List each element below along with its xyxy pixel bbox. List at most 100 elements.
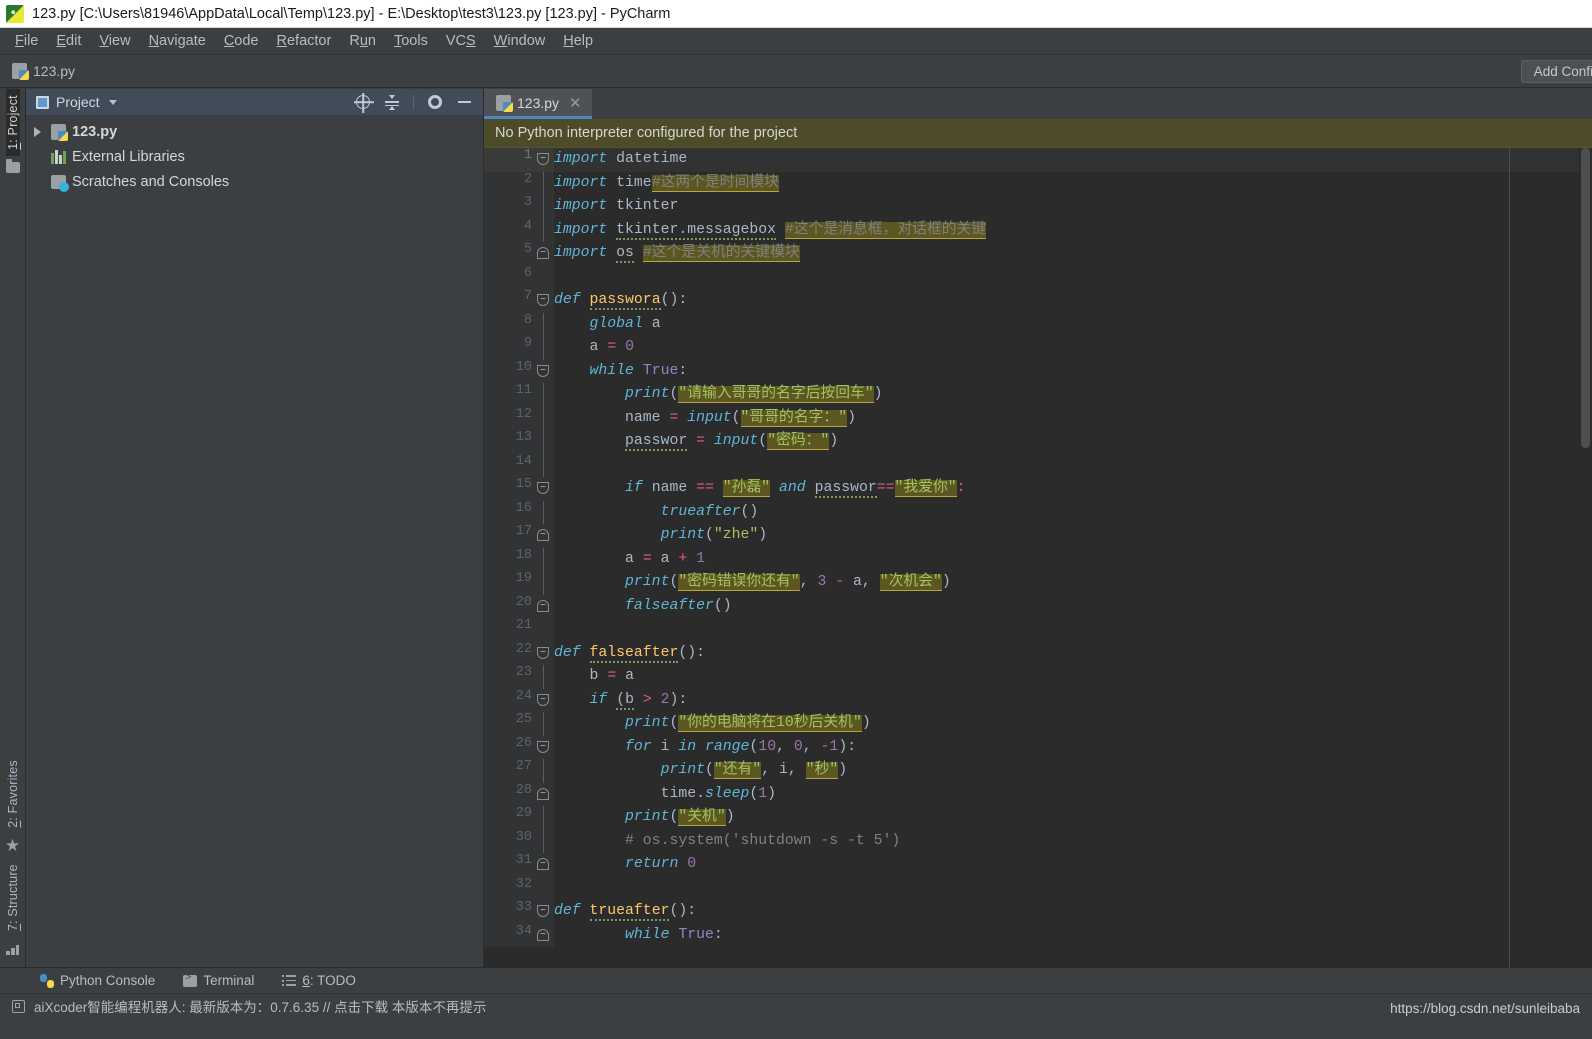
code-line[interactable]: 11 print("请输入哥哥的名字后按回车") xyxy=(484,383,1592,407)
menu-help[interactable]: Help xyxy=(554,31,602,51)
code-line[interactable]: 9 a = 0 xyxy=(484,336,1592,360)
code-text[interactable]: print("zhe") xyxy=(554,524,1592,548)
code-text[interactable]: import datetime xyxy=(554,148,1592,172)
add-configuration-button[interactable]: Add Confi xyxy=(1520,60,1592,83)
code-scroll-region[interactable]: 1 − import datetime 2 import time#这两个是时间… xyxy=(484,148,1592,967)
code-line[interactable]: 28 − time.sleep(1) xyxy=(484,782,1592,807)
menu-window[interactable]: Window xyxy=(485,31,555,51)
fold-gutter[interactable] xyxy=(532,336,554,360)
fold-gutter[interactable]: − xyxy=(532,641,554,665)
tree-item-project-root[interactable]: 123.py xyxy=(26,119,483,144)
code-line[interactable]: 24 − if (b > 2): xyxy=(484,688,1592,713)
fold-gutter[interactable] xyxy=(532,312,554,336)
code-line[interactable]: 30 # os.system('shutdown -s -t 5') xyxy=(484,829,1592,853)
breadcrumb[interactable]: 123.py xyxy=(12,63,75,80)
folder-icon[interactable] xyxy=(0,156,26,180)
fold-gutter[interactable] xyxy=(532,406,554,430)
code-text[interactable]: b = a xyxy=(554,665,1592,689)
code-text[interactable]: def falseafter(): xyxy=(554,642,1592,666)
code-text[interactable]: time.sleep(1) xyxy=(554,783,1592,807)
code-line[interactable]: 17 − print("zhe") xyxy=(484,524,1592,548)
fold-gutter[interactable] xyxy=(532,430,554,454)
fold-gutter[interactable]: − xyxy=(532,242,554,266)
expand-arrow-icon[interactable] xyxy=(34,126,41,137)
code-text[interactable]: if (b > 2): xyxy=(554,689,1592,713)
code-text[interactable]: if name == "孙磊" and passwor=="我爱你": xyxy=(554,477,1592,501)
code-text[interactable]: a = a + 1 xyxy=(554,548,1592,572)
code-line[interactable]: 5 − import os #这个是关机的关键模块 xyxy=(484,242,1592,266)
structure-icon[interactable] xyxy=(0,937,26,961)
code-text[interactable]: print("关机") xyxy=(554,806,1592,830)
fold-gutter[interactable] xyxy=(532,806,554,830)
code-line[interactable]: 32 xyxy=(484,876,1592,901)
fold-gutter[interactable] xyxy=(532,453,554,477)
fold-gutter[interactable] xyxy=(532,383,554,407)
sidebar-tab-favorites[interactable]: 2: Favorites xyxy=(6,754,20,834)
code-text[interactable]: import time#这两个是时间模块 xyxy=(554,172,1592,196)
code-text[interactable]: name = input("哥哥的名字：") xyxy=(554,407,1592,431)
code-line[interactable]: 2 import time#这两个是时间模块 xyxy=(484,171,1592,196)
menu-view[interactable]: View xyxy=(90,31,139,51)
code-line[interactable]: 29 print("关机") xyxy=(484,806,1592,830)
code-text[interactable]: falseafter() xyxy=(554,595,1592,619)
code-editor[interactable]: 1 − import datetime 2 import time#这两个是时间… xyxy=(484,148,1592,967)
fold-gutter[interactable]: − xyxy=(532,688,554,712)
tool-window-python-console[interactable]: Python Console xyxy=(40,973,155,988)
hide-panel-icon[interactable] xyxy=(453,91,475,113)
locate-icon[interactable] xyxy=(352,91,374,113)
menu-run[interactable]: Run xyxy=(340,31,385,51)
fold-gutter[interactable] xyxy=(532,500,554,524)
star-icon[interactable]: ★ xyxy=(0,834,26,858)
code-text[interactable]: def trueafter(): xyxy=(554,900,1592,924)
fold-gutter[interactable]: − xyxy=(532,782,554,806)
fold-gutter[interactable] xyxy=(532,171,554,195)
menu-edit[interactable]: Edit xyxy=(47,31,90,51)
collapse-all-icon[interactable] xyxy=(381,91,403,113)
code-line[interactable]: 19 print("密码错误你还有", 3 - a, "次机会") xyxy=(484,571,1592,595)
code-line[interactable]: 20 − falseafter() xyxy=(484,594,1592,619)
menu-tools[interactable]: Tools xyxy=(385,31,437,51)
code-line[interactable]: 12 name = input("哥哥的名字：") xyxy=(484,406,1592,431)
code-line[interactable]: 23 b = a xyxy=(484,665,1592,689)
fold-gutter[interactable]: − xyxy=(532,359,554,383)
close-icon[interactable]: ✕ xyxy=(569,94,582,112)
code-text[interactable] xyxy=(554,618,1592,642)
code-line[interactable]: 33 − def trueafter(): xyxy=(484,900,1592,924)
code-line[interactable]: 22 − def falseafter(): xyxy=(484,641,1592,666)
code-line[interactable]: 7 − def passwora(): xyxy=(484,289,1592,313)
code-text[interactable]: while True: xyxy=(554,360,1592,384)
code-line[interactable]: 18 a = a + 1 xyxy=(484,547,1592,572)
scrollbar-thumb[interactable] xyxy=(1581,148,1590,448)
code-line[interactable]: 21 xyxy=(484,618,1592,642)
fold-gutter[interactable] xyxy=(532,665,554,689)
chevron-down-icon[interactable] xyxy=(108,99,117,105)
code-text[interactable] xyxy=(554,266,1592,290)
code-text[interactable]: print("密码错误你还有", 3 - a, "次机会") xyxy=(554,571,1592,595)
code-text[interactable]: print("还有", i, "秒") xyxy=(554,759,1592,783)
code-line[interactable]: 25 print("你的电脑将在10秒后关机") xyxy=(484,712,1592,736)
code-line[interactable]: 16 trueafter() xyxy=(484,500,1592,525)
code-text[interactable] xyxy=(554,877,1592,901)
fold-gutter[interactable]: − xyxy=(532,923,554,947)
code-line[interactable]: 27 print("还有", i, "秒") xyxy=(484,759,1592,783)
code-line[interactable]: 31 − return 0 xyxy=(484,853,1592,877)
fold-gutter[interactable] xyxy=(532,759,554,783)
sidebar-tab-structure[interactable]: 7: Structure xyxy=(6,858,20,937)
code-text[interactable]: trueafter() xyxy=(554,501,1592,525)
fold-gutter[interactable] xyxy=(532,829,554,853)
fold-gutter[interactable]: − xyxy=(532,900,554,924)
code-text[interactable]: print("请输入哥哥的名字后按回车") xyxy=(554,383,1592,407)
code-text[interactable]: return 0 xyxy=(554,853,1592,877)
code-text[interactable]: global a xyxy=(554,313,1592,337)
code-line[interactable]: 8 global a xyxy=(484,312,1592,337)
editor-tab-123py[interactable]: 123.py ✕ xyxy=(484,89,592,119)
menu-refactor[interactable]: Refactor xyxy=(268,31,341,51)
code-line[interactable]: 4 import tkinter.messagebox #这个是消息框，对话框的… xyxy=(484,218,1592,242)
fold-gutter[interactable]: − xyxy=(532,148,554,172)
code-line[interactable]: 15 − if name == "孙磊" and passwor=="我爱你": xyxy=(484,477,1592,501)
fold-gutter[interactable]: − xyxy=(532,289,554,313)
fold-gutter[interactable] xyxy=(532,571,554,595)
fold-gutter[interactable]: − xyxy=(532,853,554,877)
code-text[interactable]: def passwora(): xyxy=(554,289,1592,313)
code-line[interactable]: 26 − for i in range(10, 0, -1): xyxy=(484,735,1592,759)
